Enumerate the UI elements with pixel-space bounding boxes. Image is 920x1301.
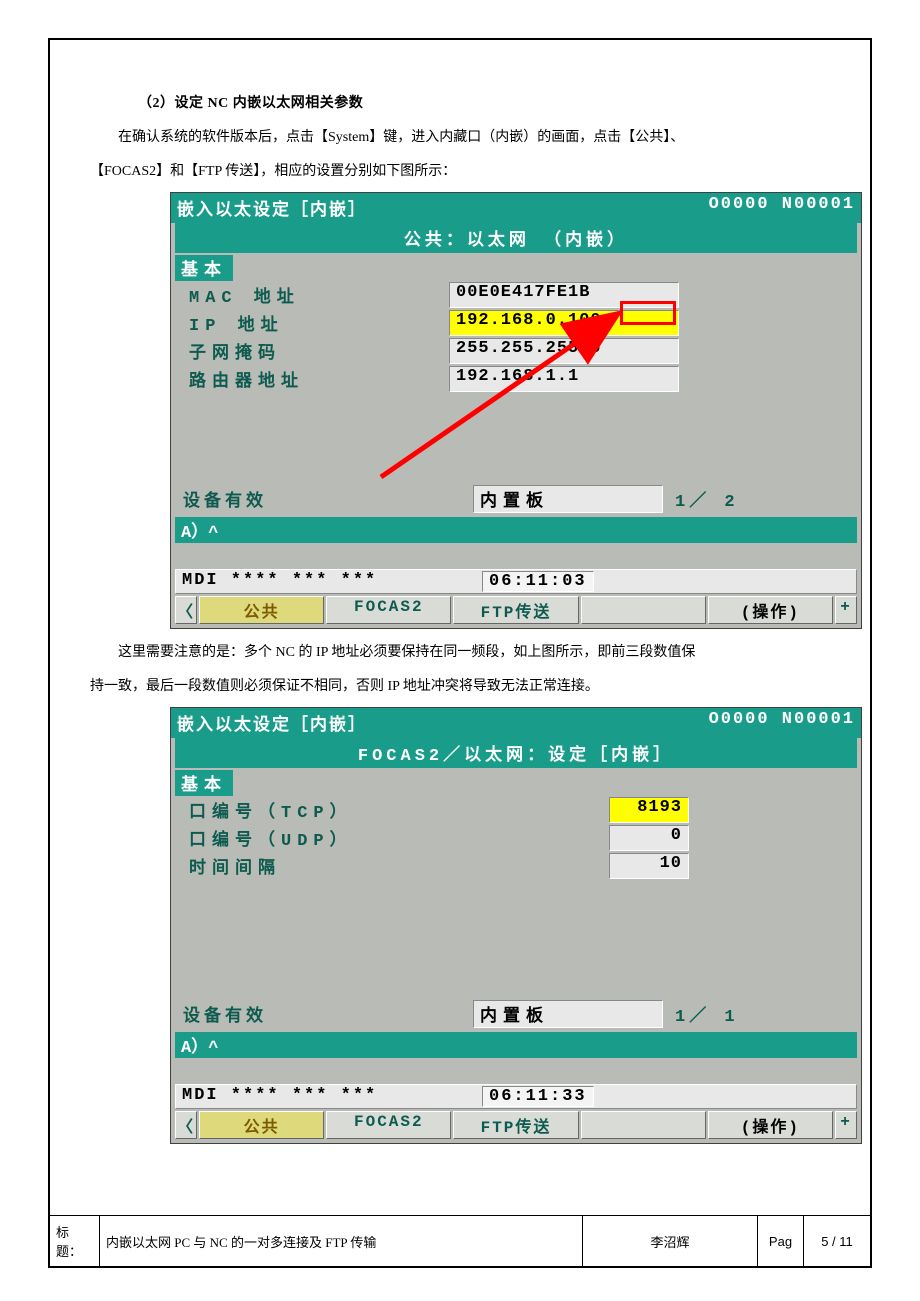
document-page: （2）设定 NC 内嵌以太网相关参数 在确认系统的软件版本后，点击【System…	[48, 38, 872, 1268]
nc-screenshot-focas2: 嵌入以太设定［内嵌］ O0000 N00001 FOCAS2／以太网：设定［内嵌…	[170, 707, 862, 1144]
screen-body: 基本 口编号（TCP） 8193 口编号（UDP） 0 时间间隔 10 设备有效…	[171, 768, 861, 1032]
section-label: 基本	[175, 770, 233, 796]
footer-author: 李沼辉	[583, 1216, 758, 1266]
screen-title-left: 嵌入以太设定［内嵌］	[177, 710, 709, 736]
device-status-row: 设备有效 内置板 1／ 1	[175, 998, 857, 1030]
softkey-row: 〈 公共 FOCAS2 FTP传送 (操作) +	[175, 1111, 857, 1139]
softkey-prev[interactable]: 〈	[175, 596, 197, 624]
mdi-mode: MDI **** *** ***	[182, 1086, 482, 1107]
screen-body: 基本 MAC 地址 00E0E417FE1B IP 地址 192.168.0.1…	[171, 253, 861, 517]
softkey-common[interactable]: 公共	[199, 596, 324, 624]
screen-title-left: 嵌入以太设定［内嵌］	[177, 195, 709, 221]
screen-title-bar: 嵌入以太设定［内嵌］ O0000 N00001	[171, 708, 861, 738]
udp-label: 口编号（UDP）	[189, 825, 609, 851]
device-valid-label: 设备有效	[183, 486, 473, 512]
softkey-blank[interactable]	[581, 1111, 706, 1139]
tcp-value[interactable]: 8193	[609, 797, 689, 823]
nc-screenshot-common: 嵌入以太设定［内嵌］ O0000 N00001 公共：以太网 （内嵌） 基本 M…	[170, 192, 862, 629]
screen-subtitle: FOCAS2／以太网：设定［内嵌］	[175, 738, 857, 768]
section-heading: （2）设定 NC 内嵌以太网相关参数	[138, 92, 830, 112]
mode-status-bar: MDI **** *** *** 06:11:03	[175, 569, 857, 594]
ip-label: IP 地址	[189, 310, 449, 336]
program-number: O0000 N00001	[709, 710, 855, 736]
softkey-ftp[interactable]: FTP传送	[453, 1111, 578, 1139]
footer-title: 内嵌以太网 PC 与 NC 的一对多连接及 FTP 传输	[100, 1216, 583, 1266]
subnet-label: 子网掩码	[189, 338, 449, 364]
screen-title-bar: 嵌入以太设定［内嵌］ O0000 N00001	[171, 193, 861, 223]
softkey-prev[interactable]: 〈	[175, 1111, 197, 1139]
device-valid-label: 设备有效	[183, 1001, 473, 1027]
subnet-value: 255.255.255.0	[449, 338, 679, 364]
footer-pag-label: Pag	[758, 1216, 804, 1266]
softkey-common[interactable]: 公共	[199, 1111, 324, 1139]
softkey-next[interactable]: +	[835, 596, 857, 624]
mac-label: MAC 地址	[189, 282, 449, 308]
paragraph: 持一致，最后一段数值则必须保证不相同，否则 IP 地址冲突将导致无法正常连接。	[90, 673, 830, 701]
router-value: 192.168.1.1	[449, 366, 679, 392]
softkey-operate[interactable]: (操作)	[708, 596, 833, 624]
device-valid-value: 内置板	[473, 1000, 663, 1028]
gap	[175, 545, 857, 567]
softkey-focas2[interactable]: FOCAS2	[326, 1111, 451, 1139]
softkey-row: 〈 公共 FOCAS2 FTP传送 (操作) +	[175, 596, 857, 624]
mode-status-bar: MDI **** *** *** 06:11:33	[175, 1084, 857, 1109]
screen-subtitle: 公共：以太网 （内嵌）	[175, 223, 857, 253]
softkey-focas2[interactable]: FOCAS2	[326, 596, 451, 624]
footer-page-number: 5 / 11	[804, 1216, 870, 1266]
clock: 06:11:03	[482, 571, 594, 592]
page-indicator: 1／ 2	[675, 486, 739, 512]
device-status-row: 设备有效 内置板 1／ 2	[175, 483, 857, 515]
softkey-operate[interactable]: (操作)	[708, 1111, 833, 1139]
paragraph: 在确认系统的软件版本后，点击【System】键，进入内藏口（内嵌）的画面，点击【…	[90, 124, 830, 152]
input-line: A）^	[175, 517, 857, 543]
clock: 06:11:33	[482, 1086, 594, 1107]
device-valid-value: 内置板	[473, 485, 663, 513]
interval-value: 10	[609, 853, 689, 879]
paragraph: 这里需要注意的是：多个 NC 的 IP 地址必须要保持在同一频段，如上图所示，即…	[90, 639, 830, 667]
mdi-mode: MDI **** *** ***	[182, 571, 482, 592]
input-line: A）^	[175, 1032, 857, 1058]
softkey-blank[interactable]	[581, 596, 706, 624]
interval-label: 时间间隔	[189, 853, 609, 879]
gap	[175, 1060, 857, 1082]
udp-value: 0	[609, 825, 689, 851]
program-number: O0000 N00001	[709, 195, 855, 221]
section-label: 基本	[175, 255, 233, 281]
softkey-next[interactable]: +	[835, 1111, 857, 1139]
highlight-box	[620, 301, 676, 325]
footer-title-label: 标题：	[50, 1216, 100, 1266]
tcp-label: 口编号（TCP）	[189, 797, 609, 823]
page-indicator: 1／ 1	[675, 1001, 739, 1027]
router-label: 路由器地址	[189, 366, 449, 392]
softkey-ftp[interactable]: FTP传送	[453, 596, 578, 624]
paragraph: 【FOCAS2】和【FTP 传送】，相应的设置分别如下图所示：	[90, 158, 830, 186]
page-footer: 标题： 内嵌以太网 PC 与 NC 的一对多连接及 FTP 传输 李沼辉 Pag…	[50, 1215, 870, 1266]
